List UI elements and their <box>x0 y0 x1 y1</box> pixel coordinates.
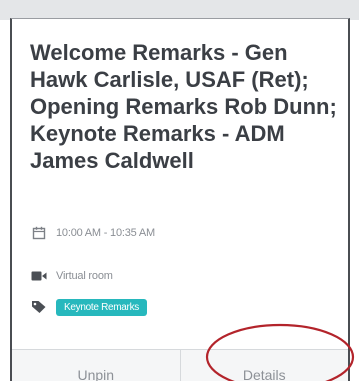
unpin-button[interactable]: Unpin <box>12 350 181 381</box>
page: Welcome Remarks - Gen Hawk Carlisle, USA… <box>0 0 359 381</box>
card-action-bar: Unpin Details <box>12 349 348 381</box>
session-tag-row: Keynote Remarks <box>30 298 147 316</box>
session-location[interactable]: Virtual room <box>56 270 113 282</box>
session-tag[interactable]: Keynote Remarks <box>56 298 147 316</box>
calendar-icon <box>30 225 48 241</box>
session-title: Welcome Remarks - Gen Hawk Carlisle, USA… <box>30 40 337 173</box>
session-card: Welcome Remarks - Gen Hawk Carlisle, USA… <box>10 18 350 381</box>
session-location-row: Virtual room <box>30 267 113 285</box>
session-time-row: 10:00 AM - 10:35 AM <box>30 224 155 242</box>
session-time: 10:00 AM - 10:35 AM <box>56 227 155 239</box>
top-strip <box>0 0 359 20</box>
video-camera-icon <box>30 268 48 284</box>
details-button[interactable]: Details <box>181 350 349 381</box>
tag-icon <box>30 299 48 315</box>
